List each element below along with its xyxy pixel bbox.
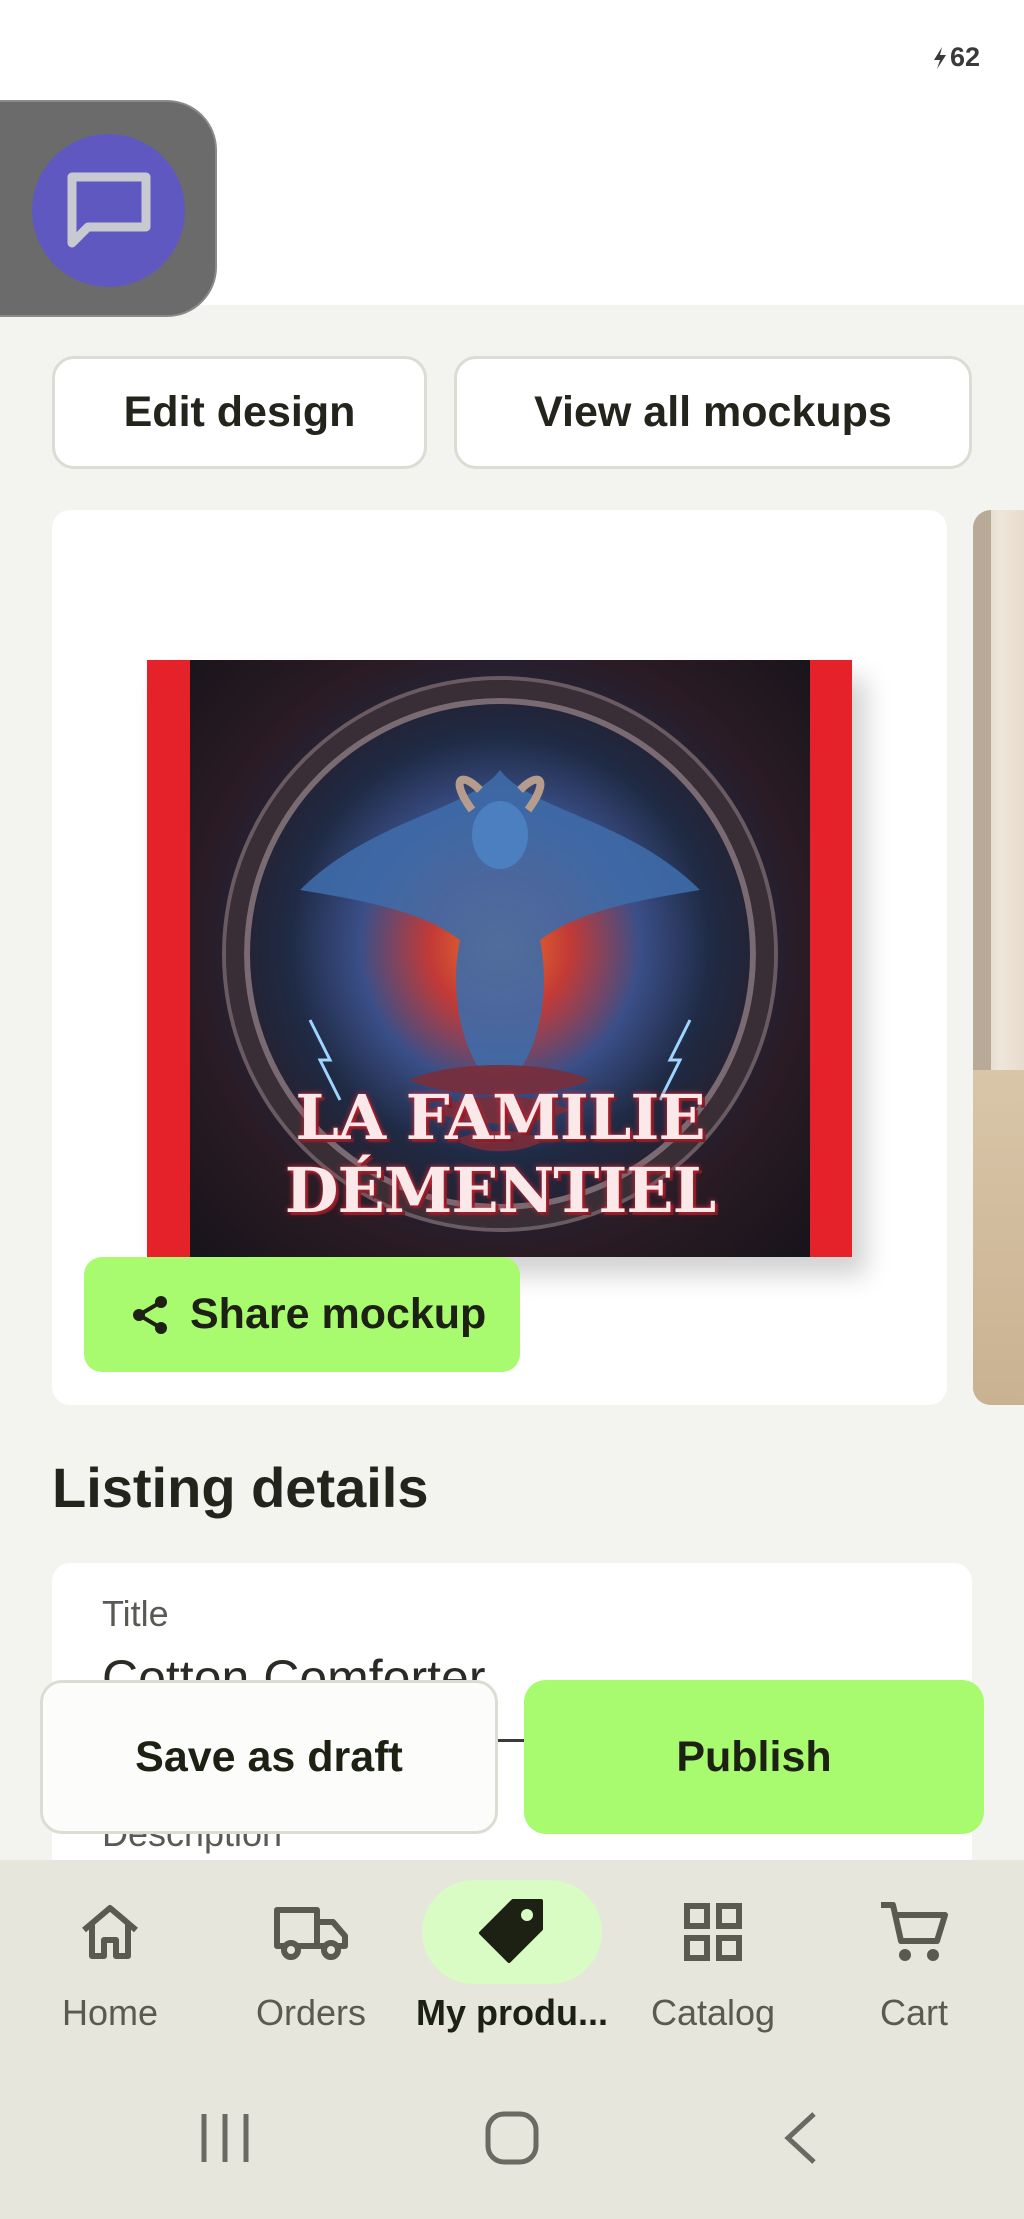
battery-level: 62 (949, 42, 980, 72)
back-icon[interactable] (780, 2110, 820, 2166)
chat-button[interactable] (32, 134, 185, 287)
nav-label-orders: Orders (255, 1992, 367, 2033)
nav-item-orders[interactable]: Orders (211, 1860, 411, 2060)
bottom-navigation: Home Orders My produ... Catalog Cart (0, 1860, 1024, 2060)
truck-icon (274, 1907, 348, 1960)
system-navigation-bar (0, 2060, 1024, 2219)
design-actions: Edit design View all mockups (52, 356, 972, 469)
tag-icon (479, 1899, 543, 1963)
battery-indicator: 62 (932, 42, 980, 73)
share-icon (133, 1295, 167, 1334)
cart-icon (881, 1902, 948, 1961)
nav-item-cart[interactable]: Cart (814, 1860, 1014, 2060)
grid-icon (684, 1903, 742, 1961)
view-all-mockups-button[interactable]: View all mockups (454, 356, 972, 469)
nav-item-home[interactable]: Home (10, 1860, 210, 2060)
listing-details-title: Listing details (52, 1456, 429, 1519)
home-icon (82, 1905, 138, 1959)
save-as-draft-button[interactable]: Save as draft (40, 1680, 498, 1834)
edit-design-button[interactable]: Edit design (52, 356, 427, 469)
nav-label-my-products: My produ... (416, 1992, 608, 2033)
title-field-label: Title (102, 1593, 169, 1634)
publish-button[interactable]: Publish (524, 1680, 984, 1834)
comforter-mockup-image: LA FAMILIE DÉMENTIEL (147, 660, 852, 1257)
charging-icon (933, 46, 946, 69)
mockup-card[interactable]: LA FAMILIE DÉMENTIEL Share mockup (52, 510, 947, 1405)
share-mockup-button[interactable]: Share mockup (84, 1257, 520, 1372)
artwork-title-text: LA FAMILIE DÉMENTIEL (284, 1081, 717, 1227)
next-mockup-card[interactable] (973, 510, 1024, 1405)
nav-item-catalog[interactable]: Catalog (613, 1860, 813, 2060)
home-system-icon[interactable] (484, 2110, 540, 2166)
design-artwork: LA FAMILIE DÉMENTIEL (190, 660, 810, 1257)
nav-item-my-products[interactable]: My produ... (412, 1860, 612, 2060)
chat-bubble-icon (67, 172, 150, 247)
nav-label-home: Home (61, 1992, 159, 2033)
nav-label-cart: Cart (879, 1992, 948, 2033)
chat-bubble-container (0, 100, 217, 317)
recent-apps-icon[interactable] (198, 2110, 252, 2166)
share-mockup-label: Share mockup (190, 1290, 487, 1338)
nav-label-catalog: Catalog (650, 1992, 776, 2033)
